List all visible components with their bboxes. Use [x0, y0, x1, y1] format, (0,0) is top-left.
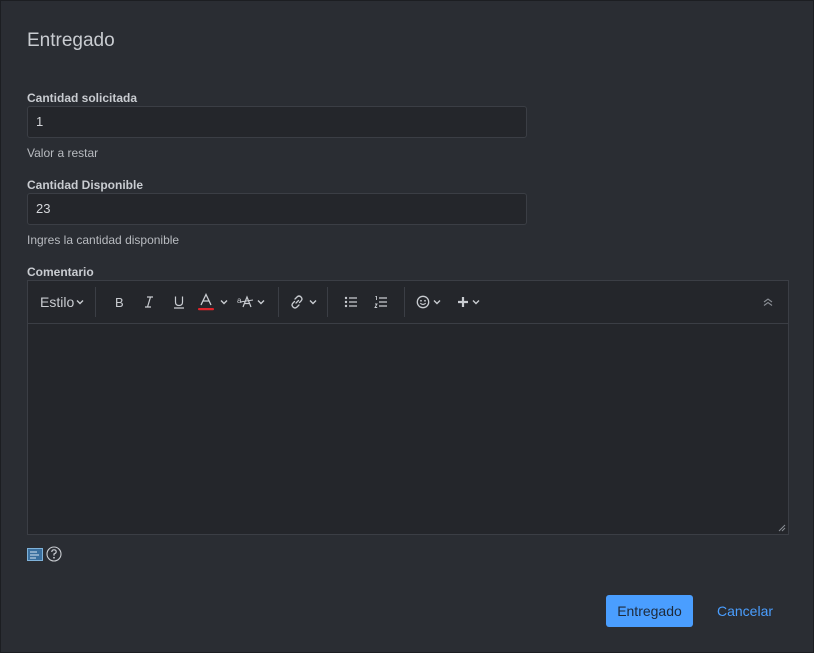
underline-button[interactable] [164, 295, 194, 309]
collapse-icon [763, 298, 773, 306]
comment-label: Comentario [27, 265, 94, 279]
insert-more-button[interactable] [449, 296, 489, 308]
toolbar-divider [404, 287, 406, 317]
toolbar-divider [327, 287, 329, 317]
help-icon[interactable] [46, 546, 62, 562]
underline-icon [174, 296, 185, 309]
bold-icon: B [115, 295, 124, 309]
available-quantity-help: Ingres la cantidad disponible [27, 233, 180, 247]
dialog-title: Entregado [27, 30, 115, 51]
font-size-button[interactable]: a [232, 295, 270, 309]
dialog: Entregado Cantidad solicitada 1 Valor a … [0, 0, 814, 653]
svg-text:B: B [115, 295, 124, 309]
numbered-list-button[interactable] [366, 295, 396, 309]
chevron-down-icon [309, 300, 317, 305]
requested-quantity-help: Valor a restar [27, 146, 99, 160]
toolbar-divider [278, 287, 280, 317]
style-dropdown[interactable]: Estilo [40, 294, 85, 310]
image-attachment-icon[interactable] [27, 547, 43, 561]
chevron-down-icon [257, 300, 265, 305]
bullet-list-icon [345, 296, 358, 308]
plus-icon [458, 297, 469, 307]
chevron-down-icon [76, 300, 84, 305]
font-size-icon: a [237, 295, 253, 308]
comment-textarea[interactable] [28, 324, 788, 534]
resize-handle-icon[interactable] [778, 524, 786, 532]
link-button[interactable] [287, 294, 319, 310]
collapse-toolbar-button[interactable] [762, 296, 774, 308]
link-icon [291, 295, 303, 309]
entregado-button[interactable]: Entregado [606, 595, 693, 627]
emoji-icon [416, 295, 430, 309]
bullet-list-button[interactable] [336, 295, 366, 309]
cancel-button[interactable]: Cancelar [717, 595, 773, 627]
comment-editor: Estilo B a [27, 280, 789, 535]
available-quantity-input[interactable]: 23 [27, 193, 527, 225]
chevron-down-icon [220, 300, 228, 305]
style-dropdown-label: Estilo [40, 294, 75, 310]
italic-button[interactable] [134, 295, 164, 309]
available-quantity-label: Cantidad Disponible [27, 178, 144, 192]
chevron-down-icon [433, 300, 441, 305]
requested-quantity-label: Cantidad solicitada [27, 91, 138, 105]
emoji-button[interactable] [413, 295, 445, 309]
font-color-button[interactable] [194, 293, 232, 311]
italic-icon [145, 296, 154, 308]
font-color-icon [198, 293, 215, 311]
numbered-list-icon [374, 296, 388, 308]
requested-quantity-input[interactable]: 1 [27, 106, 527, 138]
editor-toolbar: Estilo B a [28, 281, 788, 324]
toolbar-divider [95, 287, 97, 317]
editor-footer [27, 546, 62, 562]
svg-text:a: a [237, 296, 242, 305]
chevron-down-icon [472, 300, 480, 305]
bold-button[interactable]: B [104, 295, 134, 309]
